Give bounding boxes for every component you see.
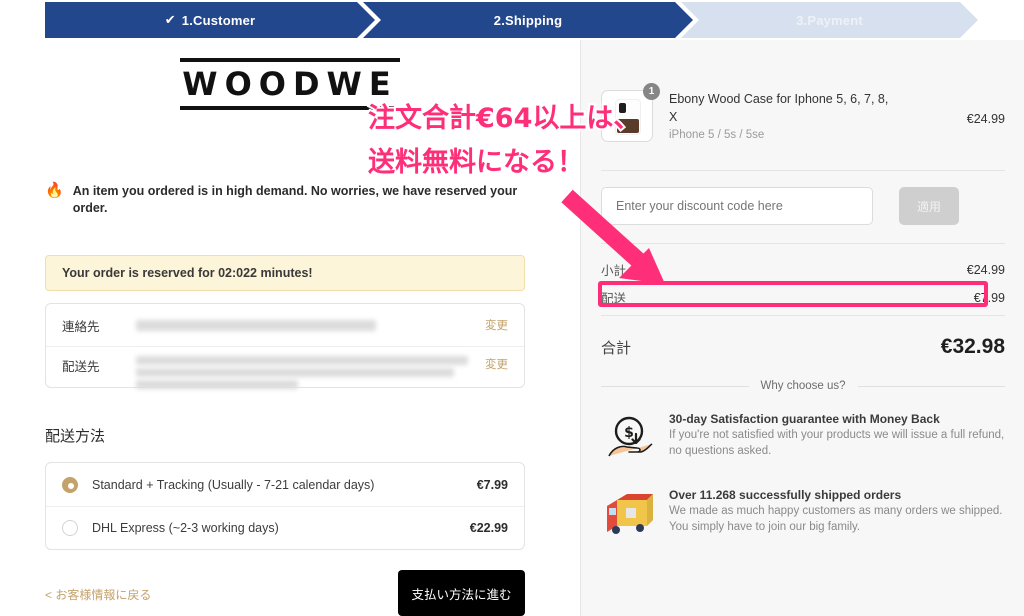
subtotal-row: 小計 €24.99 xyxy=(601,260,1005,279)
customer-info-card: 連絡先 変更 配送先 変更 xyxy=(45,303,525,389)
shipping-option-standard-label: Standard + Tracking (Usually - 7-21 cale… xyxy=(92,477,375,492)
address-label: 配送先 xyxy=(62,360,100,374)
divider-left xyxy=(601,385,749,387)
order-reserved-text: Your order is reserved for 02:022 minute… xyxy=(62,266,313,280)
product-variant: iPhone 5 / 5s / 5se xyxy=(669,129,765,141)
fire-icon: 🔥 xyxy=(45,182,64,199)
checkout-form-column: WOODWE 🔥 An item you ordered is in high … xyxy=(0,40,580,616)
why-choose-us-divider: Why choose us? xyxy=(601,380,1006,392)
shipping-option-standard[interactable]: Standard + Tracking (Usually - 7-21 cale… xyxy=(46,463,524,506)
step-payment[interactable]: 3.Payment xyxy=(681,2,978,38)
divider-above-discount xyxy=(601,170,1005,171)
benefit-shipped-orders-desc: We made as much happy customers as many … xyxy=(669,505,1003,533)
why-choose-us-title: Why choose us? xyxy=(760,380,846,392)
subtotal-value: €24.99 xyxy=(966,262,1005,277)
contact-change-link[interactable]: 変更 xyxy=(485,317,508,333)
contact-label: 連絡先 xyxy=(62,319,100,334)
radio-standard[interactable] xyxy=(62,476,78,493)
product-title: Ebony Wood Case for Iphone 5, 6, 7, 8, X xyxy=(669,92,889,124)
back-to-customer-info-link[interactable]: < お客様情報に戻る xyxy=(45,586,151,603)
checkout-page: ✔ 1.Customer 2.Shipping 3.Payment WOODWE… xyxy=(0,0,1024,616)
address-change-link[interactable]: 変更 xyxy=(485,356,508,372)
money-back-hand-icon: $ xyxy=(603,412,655,464)
contact-row[interactable]: 連絡先 変更 xyxy=(46,304,524,346)
shipping-option-dhl-label: DHL Express (~2-3 working days) xyxy=(92,521,279,535)
product-price: €24.99 xyxy=(966,112,1005,126)
grand-total-row: 合計 €32.98 xyxy=(601,335,1005,359)
benefit-money-back: $ 30-day Satisfaction guarantee with Mon… xyxy=(603,412,1007,464)
product-thumbnail[interactable]: 1 xyxy=(601,83,660,142)
grand-total-label: 合計 xyxy=(601,340,632,357)
discount-code-input[interactable] xyxy=(601,187,873,225)
shipping-total-value: €7.99 xyxy=(973,290,1005,305)
continue-to-payment-button[interactable]: 支払い方法に進む xyxy=(398,570,525,616)
order-summary-column: 1 Ebony Wood Case for Iphone 5, 6, 7, 8,… xyxy=(580,40,1024,616)
divider-right xyxy=(857,385,1006,387)
shipping-option-dhl-price: €22.99 xyxy=(469,521,508,535)
benefit-shipped-orders-title: Over 11.268 successfully shipped orders xyxy=(669,488,902,502)
address-value-redacted xyxy=(136,356,508,389)
step-customer[interactable]: ✔ 1.Customer xyxy=(45,2,375,38)
step-payment-label: 3.Payment xyxy=(796,12,863,28)
quantity-badge: 1 xyxy=(643,83,660,100)
high-demand-text: An item you ordered is in high demand. N… xyxy=(72,184,518,215)
step-shipping[interactable]: 2.Shipping xyxy=(363,2,693,38)
subtotal-label: 小計 xyxy=(601,264,627,278)
shipping-method-card: Standard + Tracking (Usually - 7-21 cale… xyxy=(45,462,525,550)
wood-texture-shape xyxy=(617,119,639,133)
benefit-money-back-desc: If you're not satisfied with your produc… xyxy=(669,429,1005,457)
apply-discount-button[interactable]: 適用 xyxy=(899,187,959,225)
radio-dhl[interactable] xyxy=(62,520,78,536)
step-shipping-label: 2.Shipping xyxy=(493,12,563,28)
order-reserved-banner: Your order is reserved for 02:022 minute… xyxy=(45,255,525,291)
shipping-option-standard-price: €7.99 xyxy=(476,477,508,492)
contact-value-redacted xyxy=(136,319,376,331)
divider-above-totals xyxy=(601,243,1005,244)
camera-lens-shape xyxy=(619,103,626,113)
shipping-total-row: 配送 €7.99 xyxy=(601,288,1005,307)
shipping-method-title: 配送方法 xyxy=(45,428,106,445)
shipping-option-dhl[interactable]: DHL Express (~2-3 working days) €22.99 xyxy=(46,506,524,549)
order-line-item: 1 Ebony Wood Case for Iphone 5, 6, 7, 8,… xyxy=(601,83,1005,142)
shipping-total-label: 配送 xyxy=(601,292,627,306)
check-icon: ✔ xyxy=(164,12,176,27)
high-demand-notice: 🔥 An item you ordered is in high demand.… xyxy=(45,183,525,217)
delivery-truck-icon xyxy=(603,488,655,540)
grand-total-value: €32.98 xyxy=(940,335,1005,358)
step-customer-label: 1.Customer xyxy=(181,12,256,28)
divider-above-total xyxy=(601,315,1005,316)
checkout-stepper: ✔ 1.Customer 2.Shipping 3.Payment xyxy=(0,0,1024,40)
benefit-shipped-orders: Over 11.268 successfully shipped orders … xyxy=(603,488,1007,540)
benefit-money-back-title: 30-day Satisfaction guarantee with Money… xyxy=(669,412,940,426)
address-row[interactable]: 配送先 変更 xyxy=(46,346,524,389)
brand-logo[interactable]: WOODWE xyxy=(0,58,580,110)
brand-logo-text: WOODWE xyxy=(182,65,398,103)
